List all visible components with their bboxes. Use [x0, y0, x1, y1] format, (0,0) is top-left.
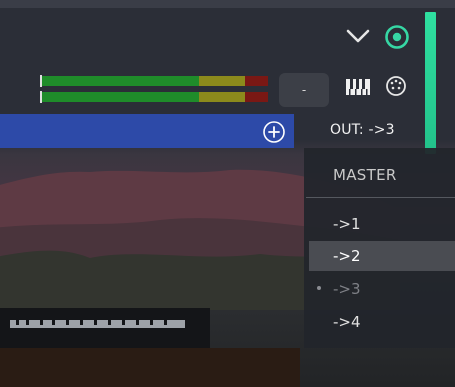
output-label[interactable]: OUT: ->3 [330, 122, 395, 138]
route-option-1[interactable]: ->1 [309, 209, 455, 239]
accent-level-strip [425, 12, 436, 154]
meter-peak-tick [40, 75, 42, 87]
route-option-3[interactable]: ->3 [309, 274, 455, 304]
piano-keys-icon[interactable] [345, 76, 371, 98]
level-meter [40, 74, 268, 104]
top-strip [0, 0, 455, 8]
track-header-bar[interactable] [0, 114, 294, 148]
target-icon[interactable] [384, 24, 410, 50]
meter-row-right [40, 92, 268, 102]
dial-icon[interactable] [385, 75, 407, 97]
table-surface [0, 348, 300, 387]
dash-button-label: - [301, 83, 307, 97]
menu-divider [306, 197, 455, 198]
master-option[interactable]: MASTER [333, 166, 397, 184]
route-option-2[interactable]: ->2 [309, 241, 455, 271]
route-option-4[interactable]: ->4 [309, 307, 455, 337]
chevron-down-icon[interactable] [345, 26, 371, 46]
dash-button[interactable]: - [279, 73, 329, 107]
meter-row-left [40, 76, 268, 86]
meter-peak-tick [40, 91, 42, 103]
add-circle-icon[interactable] [262, 120, 286, 144]
